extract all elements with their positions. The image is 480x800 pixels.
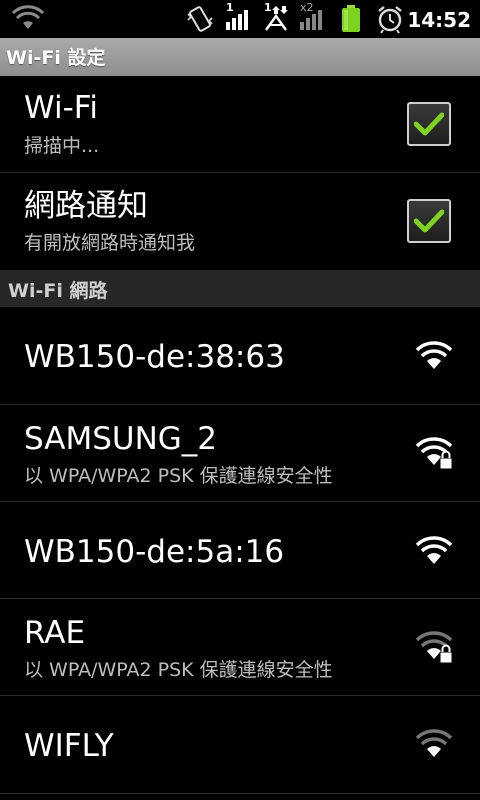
network-notification-title: 網路通知 (24, 188, 148, 224)
wifi-networks-section-header: Wi-Fi 網路 (0, 270, 480, 307)
wifi-toggle-row[interactable]: Wi-Fi 掃描中... (0, 76, 480, 173)
network-notification-row[interactable]: 網路通知 有開放網路時通知我 (0, 173, 480, 270)
network-ssid: WIFLY (24, 728, 114, 764)
checkmark-icon (414, 112, 444, 136)
network-item[interactable]: RAE 以 WPA/WPA2 PSK 保護連線安全性 (0, 599, 480, 696)
status-bar: 1 1 x2 14:52 (0, 0, 480, 38)
wifi-signal-locked-icon (415, 437, 453, 470)
section-header-label: Wi-Fi 網路 (8, 280, 108, 302)
network-security-summary: 以 WPA/WPA2 PSK 保護連線安全性 (24, 659, 333, 681)
vibrate-icon (187, 6, 213, 32)
wifi-checkbox[interactable] (407, 102, 451, 146)
checkmark-icon (414, 209, 444, 233)
battery-icon (342, 5, 360, 32)
network-notification-checkbox[interactable] (407, 199, 451, 243)
network-item[interactable]: WB150-de:38:63 (0, 307, 480, 405)
network-item[interactable]: WIFLY (0, 696, 480, 794)
network-ssid: SAMSUNG_2 (24, 421, 218, 457)
network-item[interactable]: SAMSUNG_2 以 WPA/WPA2 PSK 保護連線安全性 (0, 405, 480, 502)
wifi-signal-weak-icon (415, 729, 453, 757)
network-security-summary: 以 WPA/WPA2 PSK 保護連線安全性 (24, 465, 333, 487)
network-item[interactable]: WB150-de:5a:16 (0, 502, 480, 599)
title-bar: Wi-Fi 設定 (0, 38, 480, 76)
wifi-toggle-summary: 掃描中... (24, 135, 100, 157)
network-notification-summary: 有開放網路時通知我 (24, 232, 196, 254)
wifi-toggle-title: Wi-Fi (24, 90, 98, 126)
network-ssid: WB150-de:5a:16 (24, 534, 285, 570)
wifi-signal-strong-icon (415, 341, 453, 369)
network-ssid: RAE (24, 615, 86, 651)
wifi-signal-strong-icon (415, 536, 453, 564)
wifi-signal-weak-locked-icon (415, 631, 453, 664)
signal-sim2-icon: x2 (298, 1, 328, 34)
data-transfer-icon: 1 (262, 1, 290, 34)
alarm-icon (378, 6, 402, 34)
signal-sim1-icon: 1 (224, 1, 252, 34)
page-title: Wi-Fi 設定 (6, 47, 106, 69)
network-ssid: WB150-de:38:63 (24, 339, 285, 375)
wifi-icon (12, 5, 44, 29)
clock-time: 14:52 (407, 8, 471, 32)
